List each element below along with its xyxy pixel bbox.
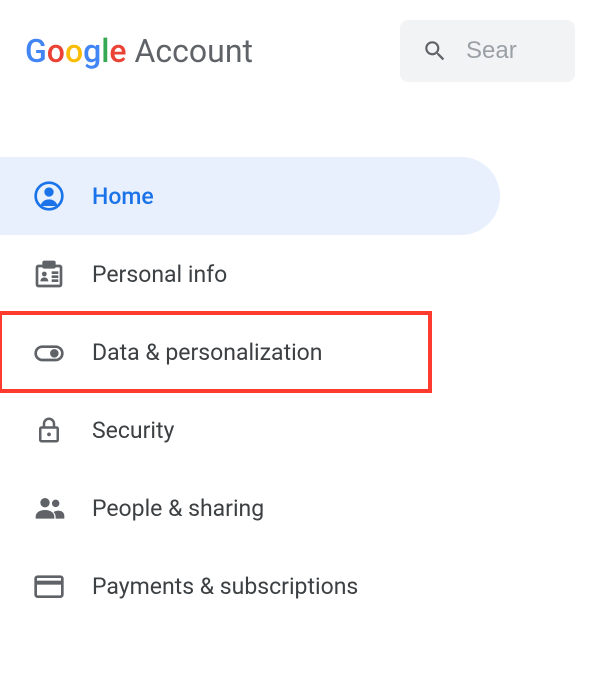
search-input[interactable] — [466, 37, 536, 65]
sidebar-item-label: People & sharing — [92, 495, 264, 522]
sidebar-item-label: Personal info — [92, 261, 227, 288]
sidebar-item-personal-info[interactable]: Personal info — [0, 235, 600, 313]
sidebar-item-people-sharing[interactable]: People & sharing — [0, 469, 600, 547]
toggle-icon — [33, 336, 65, 368]
sidebar-item-label: Security — [92, 417, 174, 444]
credit-card-icon — [33, 570, 65, 602]
search-icon — [422, 38, 448, 64]
account-text: Account — [135, 32, 253, 70]
id-card-icon — [33, 258, 65, 290]
header: Google Account — [0, 0, 600, 102]
google-account-logo: Google Account — [25, 32, 253, 70]
sidebar-nav: Home Personal info Data & personalizatio… — [0, 157, 600, 625]
sidebar-item-home[interactable]: Home — [0, 157, 500, 235]
sidebar-item-label: Data & personalization — [92, 339, 323, 366]
sidebar-item-label: Home — [92, 183, 154, 210]
sidebar-item-label: Payments & subscriptions — [92, 573, 358, 600]
sidebar-item-payments[interactable]: Payments & subscriptions — [0, 547, 600, 625]
sidebar-item-security[interactable]: Security — [0, 391, 600, 469]
search-box[interactable] — [400, 20, 575, 82]
sidebar-item-data-personalization[interactable]: Data & personalization — [0, 313, 430, 391]
home-icon — [33, 180, 65, 212]
people-icon — [33, 492, 65, 524]
lock-icon — [33, 414, 65, 446]
